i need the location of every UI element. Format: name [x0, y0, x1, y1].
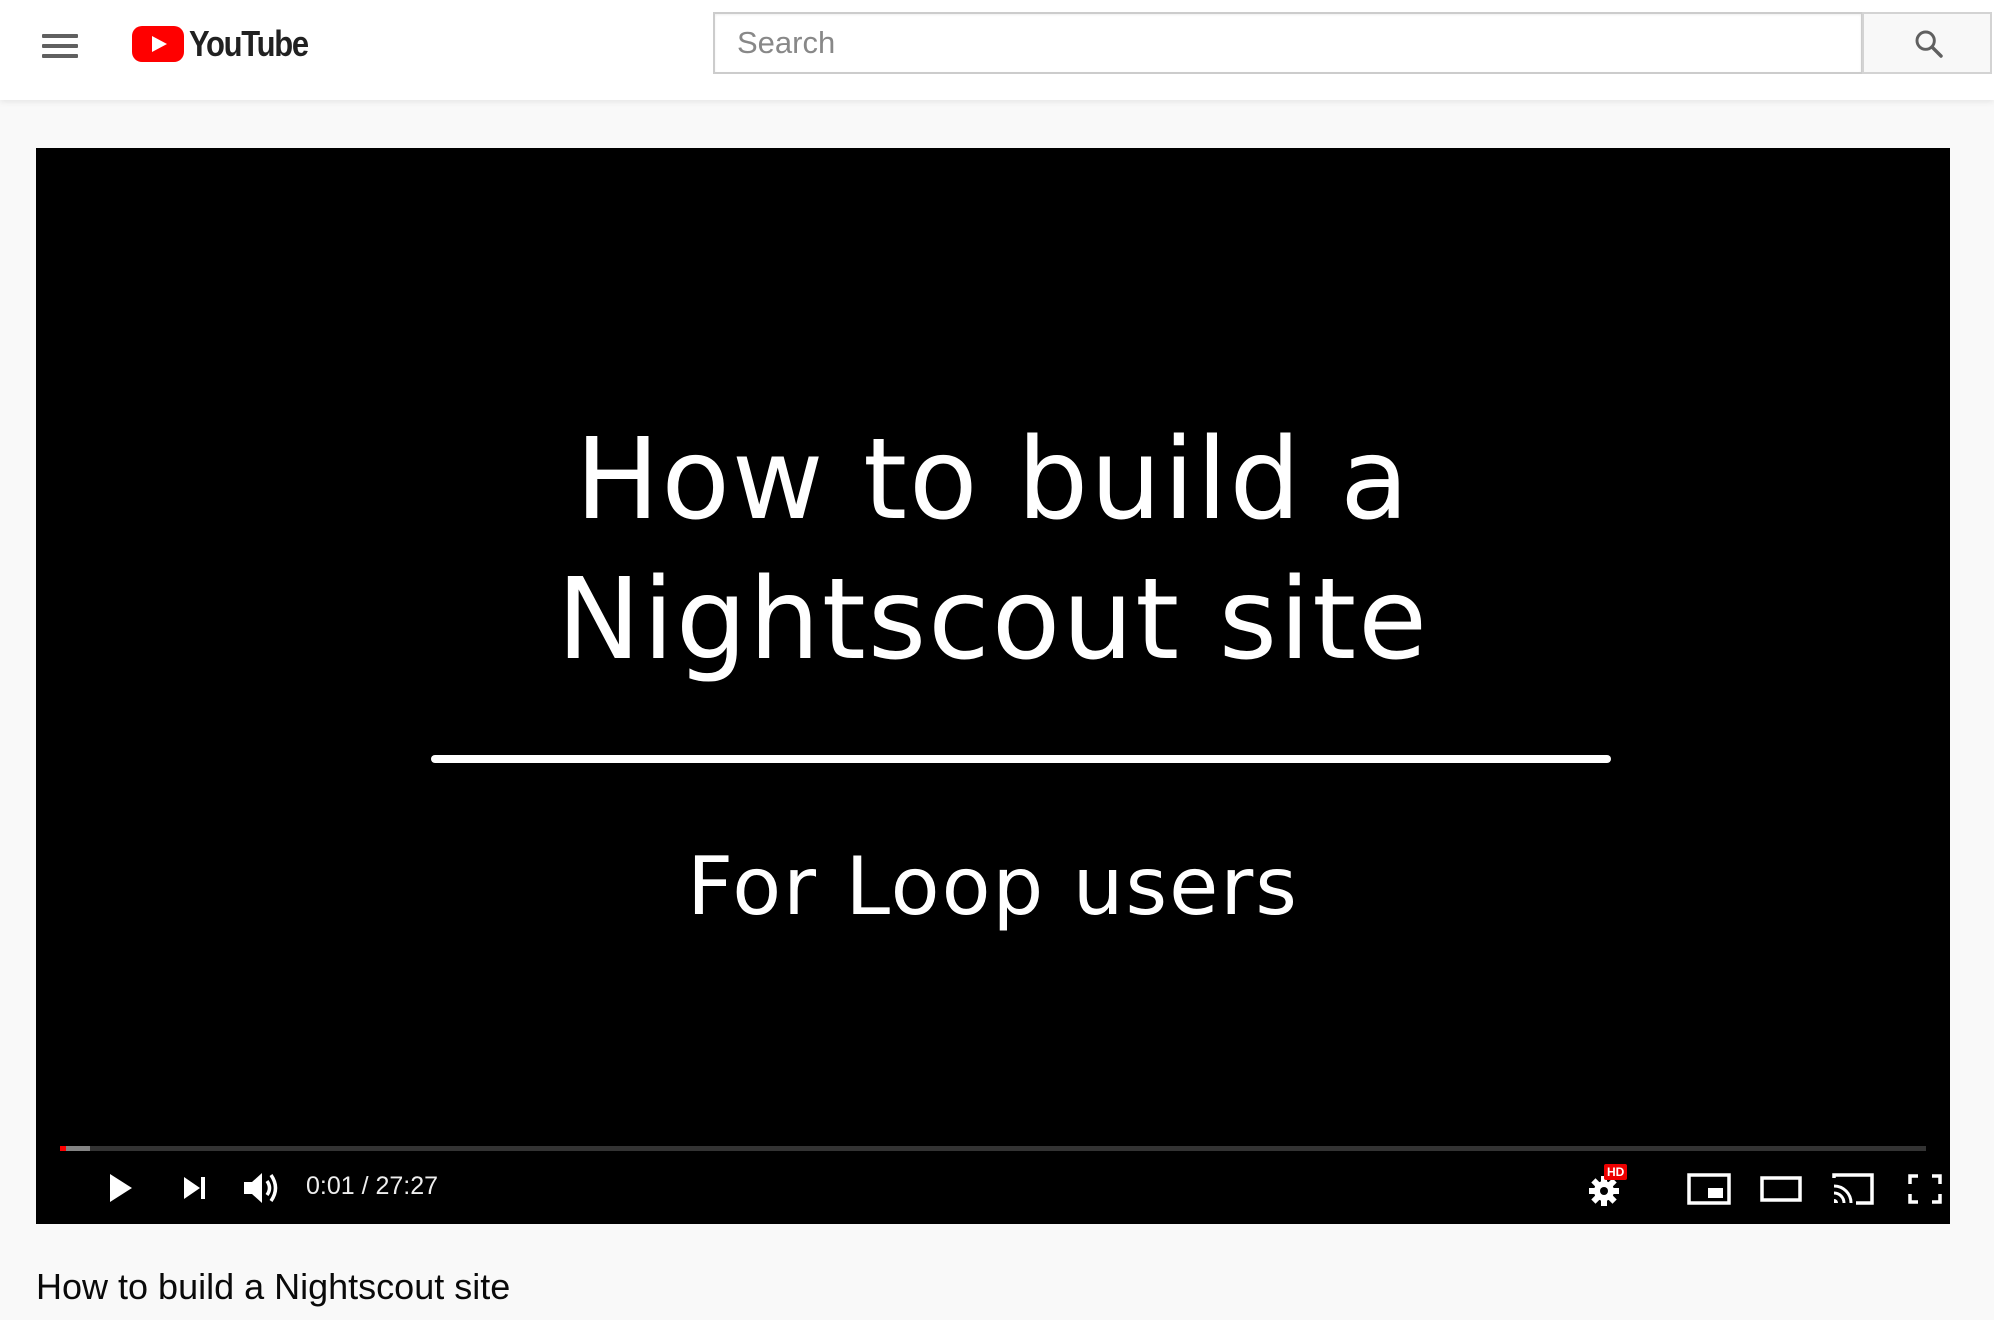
youtube-play-logo-icon [132, 26, 184, 62]
progress-bar[interactable] [60, 1146, 1926, 1151]
miniplayer-icon [1687, 1173, 1731, 1205]
time-display: 0:01 / 27:27 [306, 1172, 439, 1200]
next-button[interactable] [164, 1158, 224, 1218]
slide-subtitle: For Loop users [687, 840, 1299, 933]
play-icon [110, 1174, 132, 1202]
progress-played [60, 1146, 66, 1151]
theater-mode-button[interactable] [1752, 1158, 1812, 1218]
youtube-logo[interactable]: YouTube [132, 23, 327, 64]
theater-mode-icon [1760, 1176, 1802, 1202]
video-player[interactable]: How to build a Nightscout site For Loop … [36, 148, 1950, 1224]
search-button[interactable] [1862, 12, 1992, 74]
search-box[interactable] [713, 12, 1863, 74]
hd-badge: HD [1604, 1164, 1628, 1180]
miniplayer-button[interactable] [1680, 1158, 1740, 1218]
volume-icon [244, 1173, 278, 1203]
hamburger-menu-icon[interactable] [40, 30, 80, 62]
slide-divider [431, 755, 1611, 763]
play-button[interactable] [88, 1158, 148, 1218]
slide-title-line-1: How to build a [575, 415, 1411, 545]
slide-title-line-2: Nightscout site [556, 555, 1430, 685]
fullscreen-button[interactable] [1896, 1158, 1956, 1218]
mute-button[interactable] [232, 1158, 292, 1218]
search-input[interactable] [715, 14, 1861, 72]
fullscreen-icon [1908, 1174, 1942, 1204]
search-icon [1915, 30, 1943, 58]
video-title: How to build a Nightscout site [36, 1266, 511, 1307]
next-icon [184, 1177, 205, 1199]
player-controls: 0:01 / 27:27 HD [36, 1158, 1950, 1218]
cast-button[interactable] [1824, 1158, 1884, 1218]
cast-icon [1832, 1173, 1874, 1205]
logo-text: YouTube [189, 23, 309, 64]
masthead: YouTube [0, 0, 1994, 100]
settings-button[interactable]: HD [1582, 1158, 1642, 1218]
